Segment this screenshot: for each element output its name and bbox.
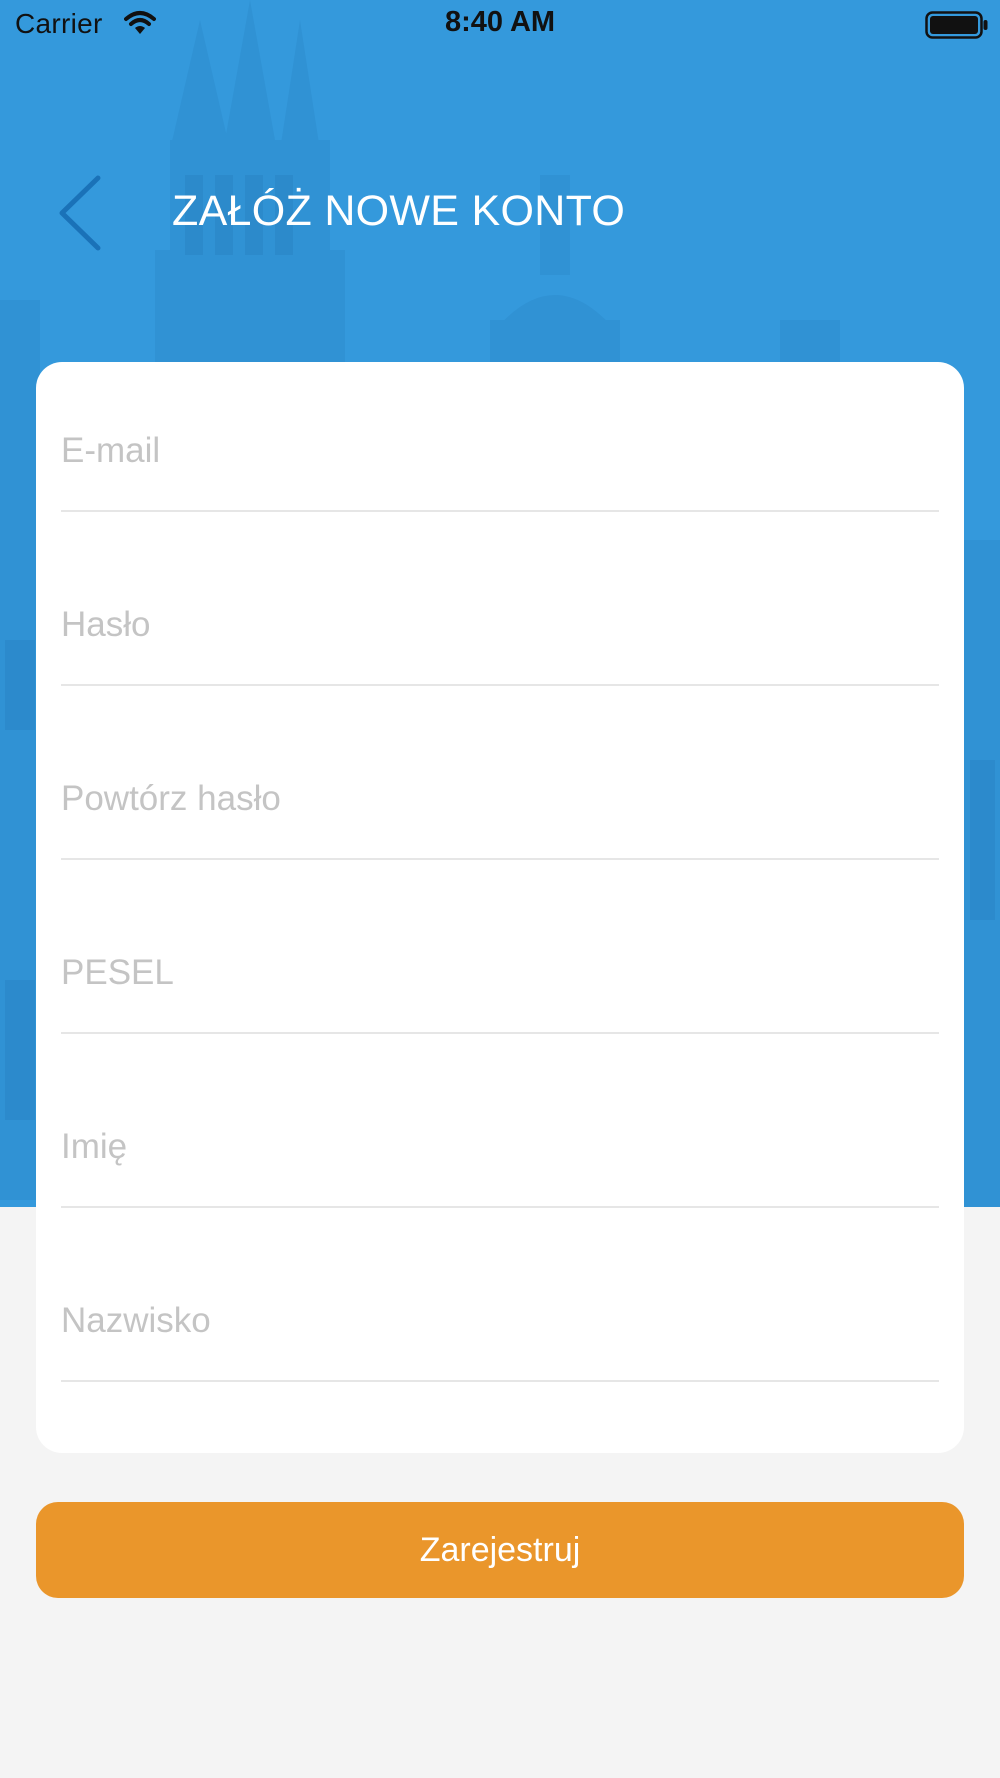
repeat-password-field[interactable] [61, 774, 939, 824]
register-button[interactable]: Zarejestruj [36, 1502, 964, 1598]
last-name-field-container [61, 1232, 939, 1382]
field-divider [61, 1206, 939, 1208]
field-divider [61, 510, 939, 512]
first-name-field-container [61, 1058, 939, 1208]
repeat-password-field-container [61, 710, 939, 860]
pesel-field-container [61, 884, 939, 1034]
status-bar: Carrier 8:40 AM [0, 0, 1000, 50]
password-field[interactable] [61, 600, 939, 650]
field-divider [61, 858, 939, 860]
field-divider [61, 1032, 939, 1034]
email-field[interactable] [61, 426, 939, 476]
field-divider [61, 684, 939, 686]
battery-full-icon [925, 11, 988, 39]
first-name-field[interactable] [61, 1122, 939, 1172]
status-time: 8:40 AM [444, 6, 556, 38]
back-button[interactable] [50, 170, 110, 256]
email-field-container [61, 362, 939, 512]
password-field-container [61, 536, 939, 686]
field-divider [61, 1380, 939, 1382]
last-name-field[interactable] [61, 1296, 939, 1346]
page-title: ZAŁÓŻ NOWE KONTO [172, 187, 626, 235]
registration-form [36, 362, 964, 1453]
pesel-field[interactable] [61, 948, 939, 998]
chevron-left-icon [59, 175, 101, 251]
